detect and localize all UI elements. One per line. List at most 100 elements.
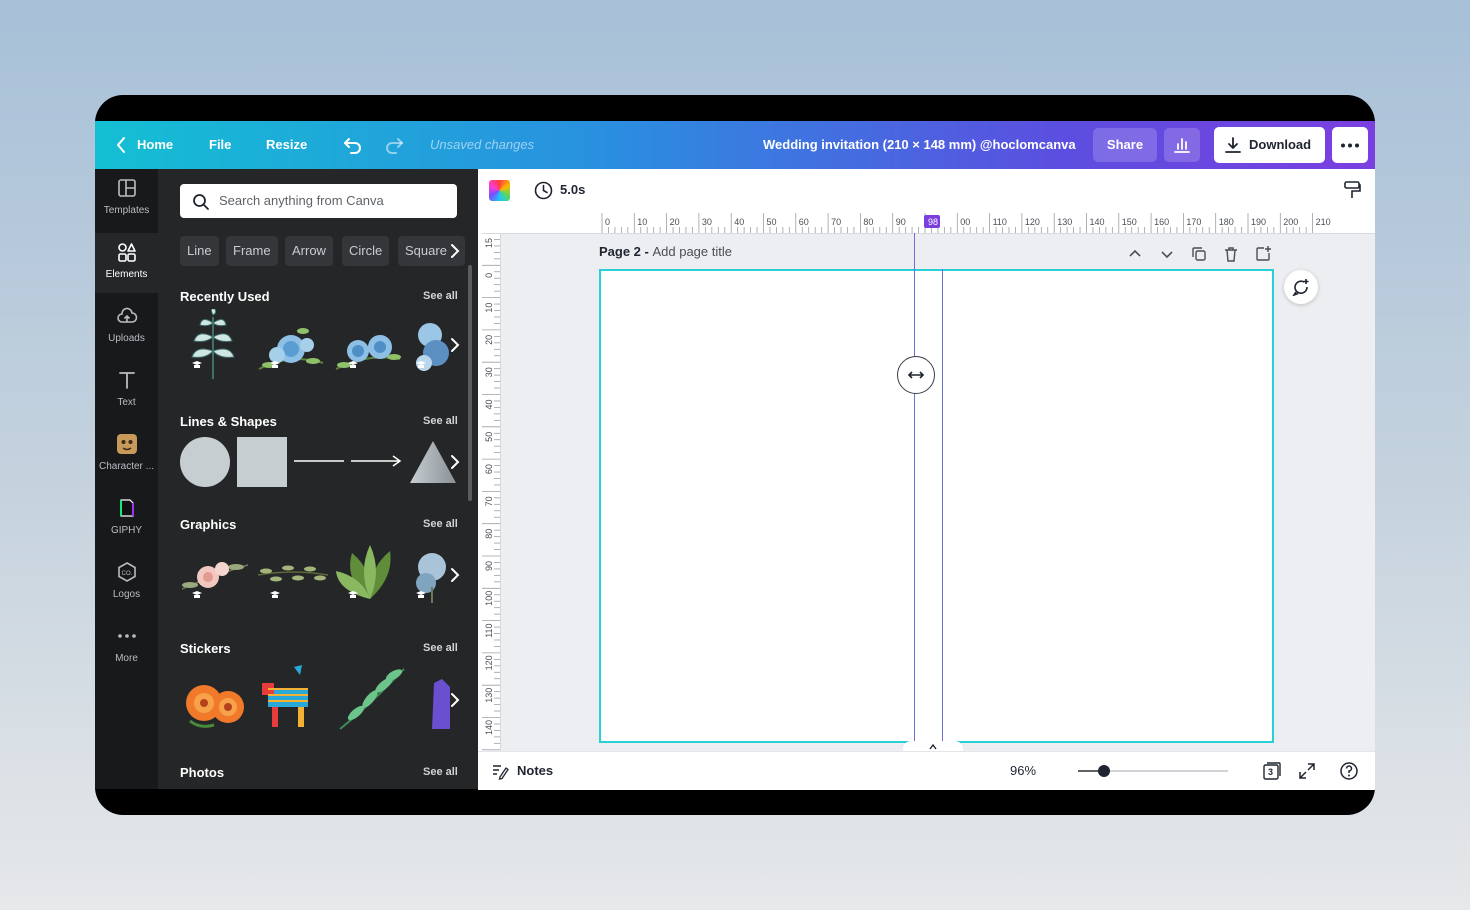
circle-shape[interactable] xyxy=(180,437,230,487)
see-all-stickers[interactable]: See all xyxy=(423,642,458,654)
ruler-label: 160 xyxy=(1154,217,1169,227)
chip-arrow[interactable]: Arrow xyxy=(285,236,333,266)
add-comment-icon xyxy=(1292,279,1309,296)
premium-badges xyxy=(192,591,426,598)
redo-icon[interactable] xyxy=(383,134,405,156)
resize-button[interactable]: Resize xyxy=(266,121,307,169)
square-shape[interactable] xyxy=(237,437,287,487)
guide-line-right[interactable] xyxy=(942,269,943,743)
fullscreen-icon[interactable] xyxy=(1297,761,1317,781)
ruler-label: 130 xyxy=(1057,217,1072,227)
guide-line-left[interactable] xyxy=(914,233,915,743)
insights-button[interactable] xyxy=(1164,128,1200,162)
nav-label: More xyxy=(115,653,138,664)
more-dots-icon xyxy=(1341,143,1359,148)
nav-characters[interactable]: Character ... xyxy=(95,425,158,485)
nav-uploads[interactable]: Uploads xyxy=(95,297,158,357)
guide-resize-handle[interactable] xyxy=(897,356,935,394)
nav-label: Character ... xyxy=(98,461,155,472)
duplicate-page-icon[interactable] xyxy=(1190,245,1208,263)
search-input[interactable]: Search anything from Canva xyxy=(180,184,457,218)
zoom-slider[interactable] xyxy=(1078,765,1228,777)
delete-page-icon[interactable] xyxy=(1222,245,1240,263)
document-title[interactable]: Wedding invitation (210 × 148 mm) @hoclo… xyxy=(763,121,1076,169)
share-button[interactable]: Share xyxy=(1093,128,1157,162)
app-window: Home File Resize Unsaved changes Wedding… xyxy=(95,95,1375,815)
see-all-graphics[interactable]: See all xyxy=(423,518,458,530)
nav-giphy[interactable]: GIPHY xyxy=(95,489,158,549)
zoom-level[interactable]: 96% xyxy=(1010,752,1036,790)
nav-label: GIPHY xyxy=(110,525,143,536)
orange-flowers-sticker[interactable] xyxy=(180,669,250,733)
ruler-left-ticks: 15 0 10 20 30 40 50 60 70 80 90 100 110 120 130 140 xyxy=(482,232,500,751)
comment-button[interactable] xyxy=(1284,270,1318,304)
page-title[interactable]: Page 2 - Add page title xyxy=(599,244,732,259)
zoom-slider-knob[interactable] xyxy=(1097,765,1110,777)
ruler-label: 40 xyxy=(734,217,744,227)
notes-icon[interactable] xyxy=(491,762,509,780)
help-icon[interactable] xyxy=(1339,761,1359,781)
see-all-lines-shapes[interactable]: See all xyxy=(423,415,458,427)
top-bar: Home File Resize Unsaved changes Wedding… xyxy=(95,121,1375,169)
chip-line[interactable]: Line xyxy=(180,236,219,266)
page-title-placeholder[interactable]: Add page title xyxy=(652,244,732,259)
file-menu[interactable]: File xyxy=(209,121,231,169)
paint-format-icon[interactable] xyxy=(1343,180,1361,200)
see-all-photos[interactable]: See all xyxy=(423,766,458,778)
notes-button[interactable]: Notes xyxy=(517,752,553,790)
chevron-right-icon[interactable] xyxy=(449,243,461,259)
ruler-label: 10 xyxy=(637,217,647,227)
ruler-label: 120 xyxy=(484,655,494,670)
ruler-label: 30 xyxy=(702,217,712,227)
panel-scrollbar[interactable] xyxy=(468,265,472,501)
ruler-top: 0 10 20 30 40 50 60 70 80 90 98 00 110 120 130 140 150 16… xyxy=(478,211,1375,234)
pinata-sticker[interactable] xyxy=(258,663,316,733)
section-title-photos: Photos xyxy=(180,765,225,780)
ruler-label: 80 xyxy=(484,529,494,539)
move-page-down-icon[interactable] xyxy=(1158,245,1176,263)
clock-icon[interactable] xyxy=(534,181,553,200)
undo-icon[interactable] xyxy=(342,134,364,156)
nav-elements[interactable]: Elements xyxy=(95,233,158,293)
ruler-label: 0 xyxy=(605,217,610,227)
chevron-left-icon[interactable] xyxy=(115,135,127,155)
section-title-recently-used: Recently Used xyxy=(180,289,270,304)
arrow-shape[interactable] xyxy=(351,455,403,467)
unsaved-status: Unsaved changes xyxy=(430,137,535,152)
add-page-icon[interactable] xyxy=(1254,245,1272,263)
nav-logos[interactable]: CO. Logos xyxy=(95,553,158,613)
ruler-label: 20 xyxy=(670,217,680,227)
ruler-label: 10 xyxy=(484,303,494,313)
bottom-bar: Notes 96% 3 xyxy=(478,751,1375,790)
chip-frame[interactable]: Frame xyxy=(226,236,278,266)
color-picker-icon[interactable] xyxy=(489,180,510,201)
ruler-label: 210 xyxy=(1316,217,1331,227)
ruler-label: 00 xyxy=(960,217,970,227)
download-button[interactable]: Download xyxy=(1214,127,1325,163)
ruler-label: 20 xyxy=(484,335,494,345)
ruler-label: 120 xyxy=(1025,217,1040,227)
more-options-button[interactable] xyxy=(1332,127,1368,163)
nav-text[interactable]: Text xyxy=(95,361,158,421)
nav-templates[interactable]: Templates xyxy=(95,169,158,229)
chevron-right-icon[interactable] xyxy=(445,686,465,714)
chevron-right-icon[interactable] xyxy=(445,331,465,359)
line-shape[interactable] xyxy=(294,455,344,467)
section-title-lines-shapes: Lines & Shapes xyxy=(180,414,277,429)
ruler-label: 140 xyxy=(1090,217,1105,227)
design-page[interactable] xyxy=(599,269,1274,743)
see-all-recently-used[interactable]: See all xyxy=(423,290,458,302)
chip-circle[interactable]: Circle xyxy=(342,236,390,266)
page-count: 3 xyxy=(1268,767,1274,777)
green-branch-sticker[interactable] xyxy=(334,663,408,733)
page-duration[interactable]: 5.0s xyxy=(560,169,585,211)
home-button[interactable]: Home xyxy=(137,121,173,169)
nav-more[interactable]: More xyxy=(95,617,158,677)
download-icon xyxy=(1225,137,1241,153)
move-page-up-icon[interactable] xyxy=(1126,245,1144,263)
page-count-button[interactable]: 3 xyxy=(1262,761,1282,781)
ruler-left: 15 0 10 20 30 40 50 60 70 80 90 100 110 120 130 140 xyxy=(478,232,501,751)
nav-label: Text xyxy=(117,397,136,408)
chevron-right-icon[interactable] xyxy=(445,561,465,589)
chevron-right-icon[interactable] xyxy=(445,448,465,476)
